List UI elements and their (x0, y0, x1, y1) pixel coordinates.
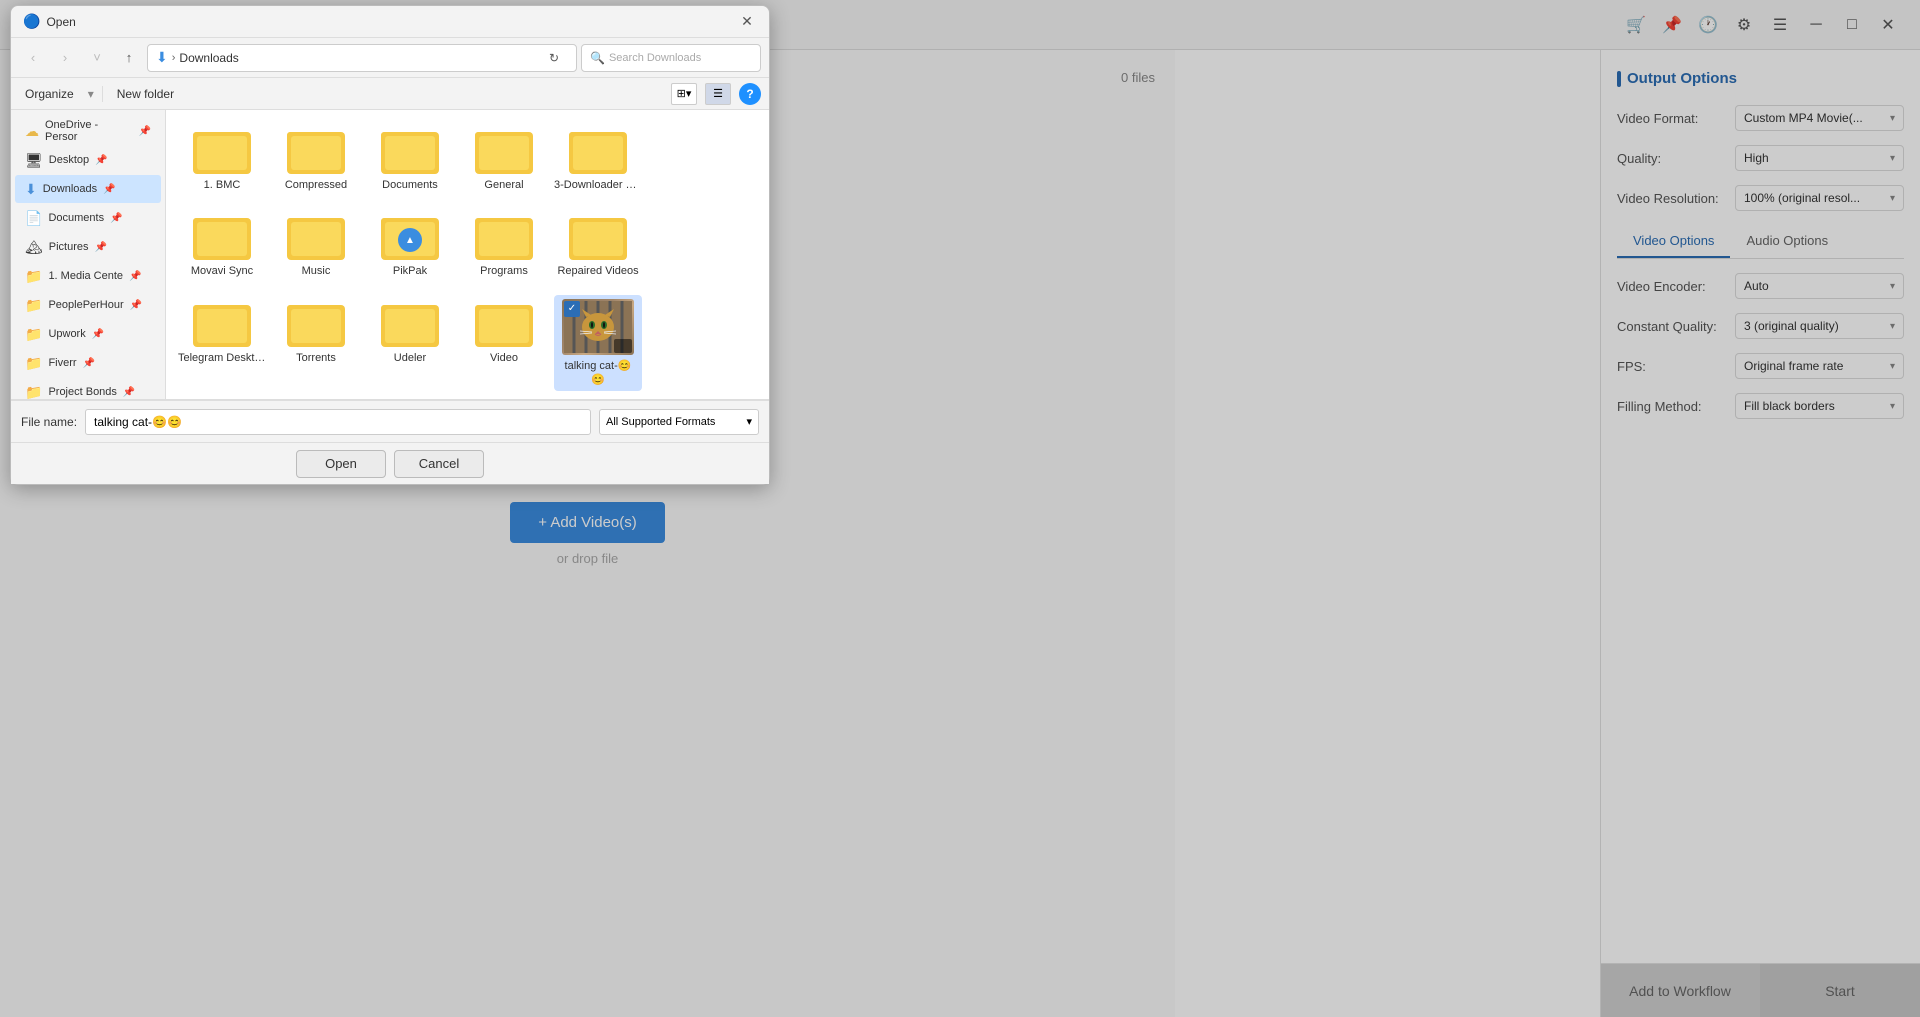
filename-label: File name: (21, 415, 77, 429)
video-thumbnail: ✓ (562, 299, 634, 355)
folder-icon: 📁 (25, 326, 42, 343)
list-item-video[interactable]: ✓ (554, 295, 642, 392)
pin-indicator: 📌 (123, 387, 135, 398)
format-dropdown[interactable]: All Supported Formats ▾ (599, 409, 759, 435)
documents-icon: 📄 (25, 210, 42, 227)
pin-indicator: 📌 (129, 271, 141, 282)
files-row-2: Movavi Sync Music (174, 204, 761, 288)
open-button[interactable]: Open (296, 450, 386, 478)
folder-icon (381, 128, 439, 174)
list-item[interactable]: Udeler (366, 295, 454, 392)
list-item[interactable]: Music (272, 208, 360, 284)
help-button[interactable]: ? (739, 83, 761, 105)
dialog-files: 1. BMC Compressed (166, 110, 769, 399)
list-item[interactable]: Programs (460, 208, 548, 284)
pin-indicator: 📌 (95, 155, 107, 166)
pin-indicator: 📌 (92, 329, 104, 340)
list-item[interactable]: General (460, 122, 548, 198)
filename-bar: File name: All Supported Formats ▾ (11, 400, 769, 442)
list-item[interactable]: 3-Downloader Files (554, 122, 642, 198)
organize-button[interactable]: Organize (19, 85, 80, 103)
search-icon: 🔍 (590, 51, 605, 65)
files-row-3: Telegram Desktop Torrents (174, 291, 761, 396)
dialog-toolbar: Organize ▾ New folder ⊞▾ ☰ ? (11, 78, 769, 110)
list-item[interactable]: 1. BMC (178, 122, 266, 198)
list-item[interactable]: Repaired Videos (554, 208, 642, 284)
folder-icon (381, 301, 439, 347)
dialog-navbar: ‹ › ˅ ↑ ⬇ › Downloads ↻ 🔍 Search Downloa… (11, 38, 769, 78)
folder-icon (193, 128, 251, 174)
list-item[interactable]: Documents (366, 122, 454, 198)
sidebar-item-projectbonds[interactable]: 📁 Project Bonds 📌 (15, 378, 161, 399)
sidebar-item-onedrive[interactable]: ☁ OneDrive - Persor 📌 (15, 117, 161, 145)
details-view-button[interactable]: ☰ (705, 83, 731, 105)
sidebar-item-fiverr[interactable]: 📁 Fiverr 📌 (15, 349, 161, 377)
folder-icon: 📁 (25, 268, 42, 285)
onedrive-icon: ☁ (25, 123, 39, 140)
dialog-body: ☁ OneDrive - Persor 📌 🖥 Desktop 📌 ⬇ Down… (11, 110, 769, 399)
cancel-button[interactable]: Cancel (394, 450, 484, 478)
refresh-button[interactable]: ↻ (540, 44, 568, 72)
folder-icon (287, 214, 345, 260)
pin-indicator: 📌 (95, 242, 107, 253)
sidebar-item-upwork[interactable]: 📁 Upwork 📌 (15, 320, 161, 348)
folder-icon (475, 214, 533, 260)
dialog-overlay: 🔵 Open ✕ ‹ › ˅ ↑ ⬇ › Downloads ↻ 🔍 Searc… (0, 0, 1920, 1017)
pictures-icon: 🏔 (25, 239, 43, 256)
video-bars-icon (614, 339, 632, 353)
file-dialog: 🔵 Open ✕ ‹ › ˅ ↑ ⬇ › Downloads ↻ 🔍 Searc… (10, 5, 770, 485)
list-item[interactable]: Compressed (272, 122, 360, 198)
view-toggle-button[interactable]: ⊞▾ (671, 83, 697, 105)
folder-icon (475, 128, 533, 174)
dialog-actions: Open Cancel (11, 442, 769, 484)
pin-indicator: 📌 (139, 126, 151, 137)
folder-icon: 📁 (25, 384, 42, 400)
folder-icon (287, 128, 345, 174)
folder-icon (287, 301, 345, 347)
list-item[interactable]: ▲ PikPak (366, 208, 454, 284)
breadcrumb: ⬇ › Downloads ↻ (147, 44, 577, 72)
pin-indicator: 📌 (103, 184, 115, 195)
list-item[interactable]: Telegram Desktop (178, 295, 266, 392)
list-item[interactable]: Movavi Sync (178, 208, 266, 284)
pin-indicator: 📌 (83, 358, 95, 369)
sidebar-item-peopleperhour[interactable]: 📁 PeoplePerHour 📌 (15, 291, 161, 319)
sidebar-item-media[interactable]: 📁 1. Media Cente 📌 (15, 262, 161, 290)
files-row-1: 1. BMC Compressed (174, 118, 761, 202)
pin-indicator: 📌 (130, 300, 142, 311)
breadcrumb-folder-icon: ⬇ (156, 49, 168, 66)
folder-icon: ▲ (381, 214, 439, 260)
list-item[interactable]: Torrents (272, 295, 360, 392)
forward-button[interactable]: › (51, 44, 79, 72)
back-button[interactable]: ‹ (19, 44, 47, 72)
folder-icon (193, 301, 251, 347)
folder-icon: 📁 (25, 355, 42, 372)
downloads-icon: ⬇ (25, 181, 37, 198)
search-bar: 🔍 Search Downloads (581, 44, 761, 72)
chevron-down-icon: ▾ (746, 415, 752, 428)
folder-icon: 📁 (25, 297, 42, 314)
dialog-title: Open (46, 15, 737, 29)
up-button[interactable]: ↑ (115, 44, 143, 72)
filename-input[interactable] (85, 409, 591, 435)
pin-indicator: 📌 (110, 213, 122, 224)
folder-icon (569, 214, 627, 260)
sidebar-item-pictures[interactable]: 🏔 Pictures 📌 (15, 233, 161, 261)
dialog-sidebar: ☁ OneDrive - Persor 📌 🖥 Desktop 📌 ⬇ Down… (11, 110, 166, 399)
desktop-icon: 🖥 (25, 152, 43, 169)
dialog-bottom: File name: All Supported Formats ▾ Open … (11, 399, 769, 484)
dialog-close-button[interactable]: ✕ (737, 12, 757, 32)
new-folder-button[interactable]: New folder (111, 85, 180, 103)
folder-icon (475, 301, 533, 347)
list-item[interactable]: Video (460, 295, 548, 392)
check-icon: ✓ (564, 301, 580, 317)
sidebar-item-documents[interactable]: 📄 Documents 📌 (15, 204, 161, 232)
folder-icon (569, 128, 627, 174)
recent-button[interactable]: ˅ (83, 44, 111, 72)
sidebar-item-downloads[interactable]: ⬇ Downloads 📌 (15, 175, 161, 203)
sidebar-item-desktop[interactable]: 🖥 Desktop 📌 (15, 146, 161, 174)
folder-icon (193, 214, 251, 260)
dialog-titlebar: 🔵 Open ✕ (11, 6, 769, 38)
